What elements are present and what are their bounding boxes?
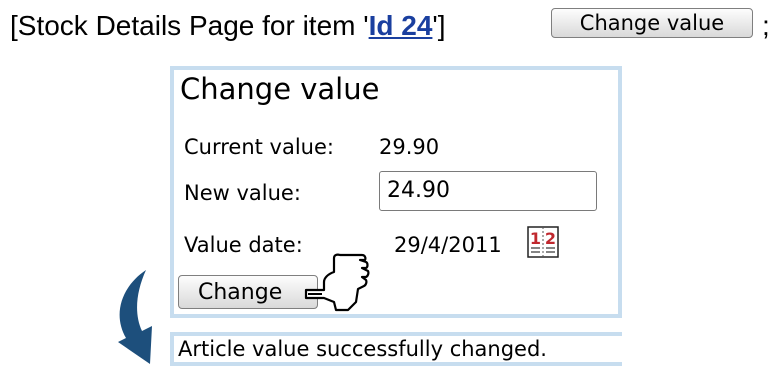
current-value: 29.90 (379, 135, 440, 159)
breadcrumb-suffix: '] (432, 10, 446, 41)
curved-arrow-icon (118, 270, 152, 364)
panel-title: Change value (180, 72, 380, 106)
change-value-panel: Change value Current value: 29.90 New va… (170, 66, 622, 318)
calendar-icon[interactable]: 1 2 (527, 226, 559, 258)
value-date: 29/4/2011 (394, 233, 502, 257)
item-link[interactable]: Id 24 (369, 10, 433, 41)
new-value-input[interactable]: 24.90 (379, 171, 597, 211)
calendar-digit-2: 2 (545, 229, 556, 248)
value-date-label: Value date: (184, 233, 303, 257)
change-button[interactable]: Change (178, 275, 318, 309)
status-message: Article value successfully changed. (170, 332, 622, 366)
change-value-button[interactable]: Change value (551, 8, 753, 38)
breadcrumb: [Stock Details Page for item 'Id 24'] (10, 8, 446, 44)
new-value-label: New value: (184, 181, 301, 205)
breadcrumb-trail: ; (762, 10, 770, 41)
current-value-label: Current value: (184, 135, 334, 159)
breadcrumb-prefix: [Stock Details Page for item ' (10, 10, 369, 41)
calendar-digit-1: 1 (530, 229, 541, 248)
pointing-hand-icon (304, 253, 370, 312)
